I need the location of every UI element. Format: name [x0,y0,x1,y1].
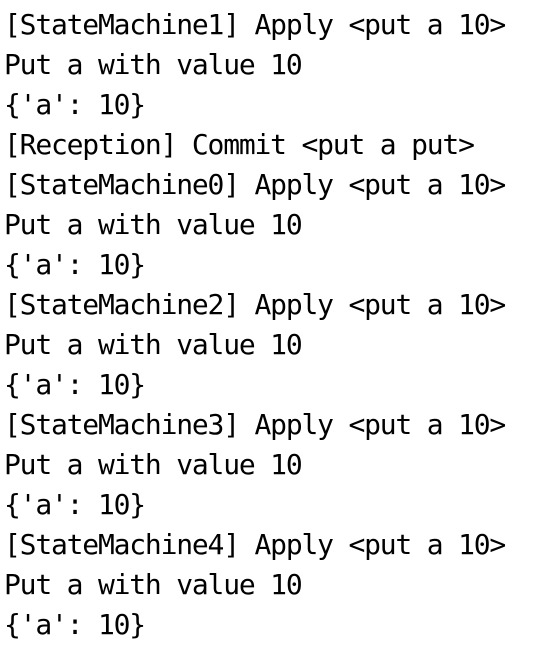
log-line-put-message: Put a with value 10 [4,328,303,361]
log-line-reception-commit: [Reception] Commit <put a put> [4,128,475,161]
log-line-state-dict: {'a': 10} [4,608,146,641]
log-line-statemachine1-apply: [StateMachine1] Apply <put a 10> [4,8,506,41]
log-line-put-message: Put a with value 10 [4,208,303,241]
log-line-put-message: Put a with value 10 [4,448,303,481]
log-line-state-dict: {'a': 10} [4,368,146,401]
log-line-statemachine3-apply: [StateMachine3] Apply <put a 10> [4,408,506,441]
log-line-state-dict: {'a': 10} [4,248,146,281]
terminal-output: [StateMachine1] Apply <put a 10> Put a w… [0,0,540,650]
log-line-statemachine0-apply: [StateMachine0] Apply <put a 10> [4,168,506,201]
log-line-statemachine4-apply: [StateMachine4] Apply <put a 10> [4,528,506,561]
log-line-state-dict: {'a': 10} [4,488,146,521]
log-line-put-message: Put a with value 10 [4,48,303,81]
log-line-statemachine2-apply: [StateMachine2] Apply <put a 10> [4,288,506,321]
log-line-put-message: Put a with value 10 [4,568,303,601]
log-line-state-dict: {'a': 10} [4,88,146,121]
